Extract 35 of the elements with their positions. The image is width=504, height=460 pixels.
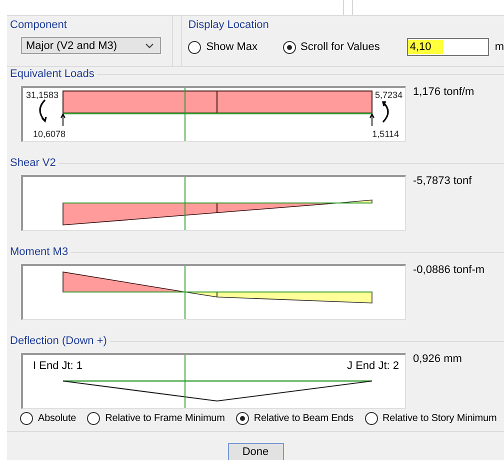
section-title: Deflection (Down +) [10,335,107,347]
end-value: 10,6078 [33,129,66,139]
section-value: 1,176 tonf/m [413,86,474,100]
cursor-line[interactable] [184,88,186,141]
group-label: Display Location [188,19,270,33]
component-dropdown[interactable]: Major (V2 and M3) [21,37,161,54]
section-title: Equivalent Loads [10,68,94,80]
moment-arrow-icon [382,101,389,123]
cursor-line[interactable] [184,355,186,408]
radio-button[interactable]: Show Max [188,40,258,54]
end-value: 5,7234 [375,90,403,100]
section-value: -5,7873 tonf [413,175,472,189]
end-value: 1,5114 [372,129,399,139]
reaction-arrow-icon [370,112,374,126]
radio-button[interactable]: Relative to Frame Minimum [87,412,225,424]
section-title: Shear V2 [10,157,56,169]
caret-icon [145,42,154,48]
end-label: J End Jt: 2 [347,360,399,372]
cursor-line[interactable] [184,266,186,319]
end-label: I End Jt: 1 [33,360,83,372]
unit-label: m [494,41,504,53]
cursor-line[interactable] [184,177,186,230]
section-title: Moment M3 [10,246,68,258]
radio-button[interactable]: Scroll for Values [282,40,380,54]
radio-button[interactable]: Absolute [20,412,76,424]
end-value: 31,1583 [26,90,59,100]
moment-arrow-icon [39,99,47,122]
location-field[interactable]: 4,10 [406,38,489,56]
reaction-arrow-icon [60,112,66,126]
radio-button[interactable]: Relative to Story Minimum [364,412,497,424]
section-value: -0,0886 tonf-m [413,264,485,278]
radio-button[interactable]: Relative to Beam Ends [236,412,354,424]
section-value: 0,926 mm [413,353,462,367]
group-label: Component [10,19,68,33]
done-button[interactable]: Done [228,443,284,460]
